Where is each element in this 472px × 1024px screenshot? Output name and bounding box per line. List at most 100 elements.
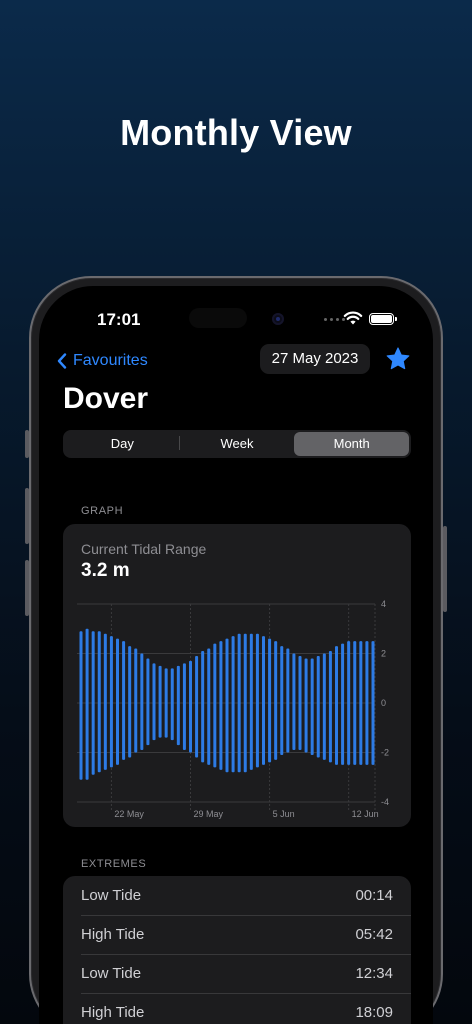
tide-range-bar — [304, 658, 308, 753]
tide-range-bar — [116, 638, 119, 765]
tide-range-bar — [310, 658, 314, 755]
tide-range-bar — [158, 665, 162, 738]
tide-range-bar — [134, 648, 138, 753]
segment-divider — [179, 436, 180, 450]
tide-range-bar — [347, 641, 351, 765]
y-tick-label: -4 — [381, 797, 389, 807]
status-time: 17:01 — [97, 310, 141, 329]
y-tick-label: -2 — [381, 748, 389, 758]
star-icon[interactable] — [385, 346, 411, 372]
tide-range-bar — [146, 658, 150, 746]
extremes-card: Low Tide 00:14 High Tide 05:42 Low Tide … — [63, 876, 411, 1024]
tide-range-bar — [182, 663, 186, 751]
tide-range-bar — [341, 643, 345, 765]
tide-range-bar — [322, 653, 326, 760]
tide-range-bar — [176, 665, 180, 746]
graph-subtitle: Current Tidal Range — [81, 541, 207, 557]
tide-range-bar — [97, 631, 101, 773]
tidal-range-value: 3.2 m — [81, 560, 130, 581]
camera-icon — [272, 313, 284, 325]
list-item: Low Tide 00:14 — [63, 876, 411, 915]
tide-range-bar — [122, 641, 126, 760]
tide-range-bar — [316, 655, 320, 758]
tide-range-bar — [79, 631, 83, 780]
tide-range-bar — [91, 631, 95, 775]
extreme-time: 18:09 — [355, 1004, 393, 1021]
period-segmented-control: Day Week Month — [63, 430, 411, 458]
tide-range-bar — [231, 636, 235, 773]
tide-range-bar — [243, 633, 247, 773]
tide-range-bar — [85, 628, 89, 780]
tide-range-bar — [201, 651, 205, 763]
power-button — [443, 526, 447, 612]
volume-down-button — [25, 560, 29, 616]
y-tick-label: 4 — [381, 599, 386, 609]
extreme-time: 12:34 — [355, 965, 393, 982]
tide-range-bar — [359, 641, 363, 765]
tide-range-bar — [328, 651, 332, 763]
graph-section-label: GRAPH — [81, 505, 124, 517]
tide-range-bar — [292, 653, 296, 751]
tide-range-bar — [219, 641, 223, 770]
tide-range-bar — [274, 641, 278, 760]
extremes-section-label: EXTREMES — [81, 858, 147, 870]
back-button[interactable]: Favourites — [57, 352, 148, 370]
graph-card: Current Tidal Range 3.2 m 4 2 0 -2 -4 22 May 2… — [63, 524, 411, 827]
tide-range-bar — [353, 641, 357, 765]
phone-frame: 17:01 Favourites 27 May 2023 Dover Day W… — [25, 276, 447, 1024]
tide-range-bar — [207, 648, 211, 765]
volume-up-button — [25, 488, 29, 544]
tide-range-bar — [371, 641, 375, 765]
x-tick-label: 12 Jun — [352, 809, 379, 819]
tide-range-bar — [164, 668, 168, 738]
extreme-type: High Tide — [81, 926, 145, 943]
x-tick-label: 5 Jun — [273, 809, 295, 819]
tide-range-bar — [128, 646, 132, 758]
tide-range-bar — [103, 633, 107, 770]
chevron-left-icon — [57, 353, 67, 369]
extreme-time: 05:42 — [355, 926, 393, 943]
tide-range-bar — [298, 655, 302, 751]
wifi-icon — [343, 311, 363, 325]
cellular-signal-icon — [324, 318, 345, 321]
tide-range-bar — [140, 653, 144, 751]
tide-range-bar — [249, 633, 253, 770]
y-tick-label: 0 — [381, 698, 386, 708]
date-picker-button[interactable]: 27 May 2023 — [260, 344, 370, 374]
tide-range-bar — [335, 646, 338, 765]
tide-range-bar — [280, 646, 284, 755]
page-title: Dover — [63, 382, 149, 415]
x-tick-label: 22 May — [114, 809, 144, 819]
screen: 17:01 Favourites 27 May 2023 Dover Day W… — [39, 286, 433, 1024]
battery-icon — [369, 313, 397, 325]
extreme-type: Low Tide — [81, 965, 142, 982]
navigation-bar: Favourites 27 May 2023 — [39, 344, 433, 384]
tide-range-bar — [195, 655, 199, 758]
tide-range-bar — [189, 660, 192, 753]
tide-range-bar — [262, 636, 265, 765]
tide-range-bar — [225, 638, 229, 773]
back-button-label: Favourites — [73, 352, 148, 369]
tide-range-bar — [268, 638, 272, 763]
segment-month[interactable]: Month — [294, 432, 410, 456]
action-button — [25, 430, 29, 458]
list-item: High Tide 05:42 — [63, 915, 411, 954]
tide-range-bar — [365, 641, 369, 765]
list-item: High Tide 18:09 — [63, 993, 411, 1024]
segment-day[interactable]: Day — [65, 432, 180, 456]
x-tick-label: 29 May — [194, 809, 224, 819]
tide-range-bar — [109, 636, 113, 768]
tidal-range-chart: 4 2 0 -2 -4 22 May 29 May 5 Jun 12 Jun — [77, 599, 389, 819]
y-tick-label: 2 — [381, 649, 386, 659]
tide-range-bar — [255, 633, 259, 768]
extreme-type: High Tide — [81, 1004, 145, 1021]
extreme-type: Low Tide — [81, 887, 142, 904]
dynamic-island — [189, 308, 247, 328]
status-bar: 17:01 — [39, 286, 433, 346]
segment-week[interactable]: Week — [180, 432, 295, 456]
extreme-time: 00:14 — [355, 887, 393, 904]
tide-range-bar — [286, 648, 290, 753]
tide-range-bar — [213, 643, 217, 768]
tide-range-bar — [237, 633, 241, 773]
tide-range-bar — [152, 663, 156, 741]
